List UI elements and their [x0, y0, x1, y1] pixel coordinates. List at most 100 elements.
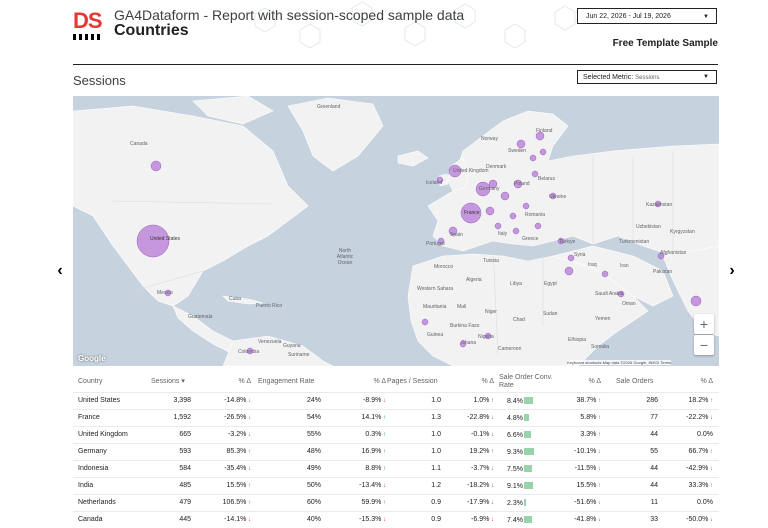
arrow-down-icon: ↓ — [708, 466, 713, 472]
cell-country: Netherlands — [78, 499, 116, 506]
date-range-picker[interactable]: Jun 22, 2026 - Jul 19, 2026 ▼ — [577, 8, 717, 24]
arrow-up-icon: ↑ — [489, 449, 494, 455]
table-row[interactable]: United States 3,398 -14.8% ↓ 24% -8.9% ↓ 1.0 1… — [73, 392, 719, 409]
table-row[interactable]: India 485 15.5% ↑ 50% -13.4% ↓ 1.2 -18.2% ↓ 9.1… — [73, 477, 719, 494]
cell-value: 485 — [179, 482, 191, 489]
cell-value: 479 — [179, 499, 191, 506]
arrow-down-icon: ↓ — [246, 517, 251, 523]
column-header-sale-orders[interactable]: Sale Orders — [616, 378, 653, 386]
cell-eng: 49% — [283, 465, 321, 472]
table-row[interactable]: Germany 593 85.3% ↑ 48% 16.9% ↑ 1.0 19.2% ↑ 9.3… — [73, 443, 719, 460]
map-label: Ukraine — [549, 194, 567, 200]
cell-value: 445 — [179, 516, 191, 523]
cell-conv: 4.8% — [507, 414, 557, 422]
column-header-country[interactable]: Country — [78, 378, 103, 386]
map-label: Mali — [457, 304, 467, 310]
metric-value: Sessions — [635, 75, 660, 81]
table-row[interactable]: France 1,592 -26.5% ↓ 54% 14.1% ↑ 1.3 -22.8% ↓… — [73, 409, 719, 426]
bubble-romania — [522, 202, 530, 210]
map-label: Türkiye — [559, 239, 576, 245]
arrow-down-icon: ↓ — [489, 466, 494, 472]
logo-checker — [73, 34, 103, 40]
map-label: Nigeria — [478, 334, 494, 340]
cell-value: United Kingdom — [78, 431, 128, 438]
column-header-sessions[interactable]: Sessions ▾ — [151, 378, 185, 386]
arrow-down-icon: ↓ — [381, 483, 386, 489]
cell-value: 15.5% — [226, 482, 247, 489]
bubble-senegal — [421, 318, 429, 326]
next-page-arrow[interactable]: › — [719, 258, 745, 284]
arrow-up-icon: ↑ — [596, 483, 601, 489]
arrow-up-icon: ↑ — [708, 398, 713, 404]
cell-value: 1.2 — [431, 482, 441, 489]
cell-orders-d: 66.7% ↑ — [675, 448, 713, 455]
cell-value: 8.8% — [365, 465, 382, 472]
map-label: Belarus — [538, 176, 555, 182]
map-label: Western Sahara — [417, 286, 454, 292]
arrow-up-icon: ↑ — [596, 398, 601, 404]
map-label: Tunisia — [483, 258, 499, 264]
zoom-in-button[interactable]: + — [694, 314, 714, 334]
cell-conv: 7.5% — [507, 465, 557, 473]
cell-conv-d: 5.8% ↑ — [563, 414, 601, 421]
map-label: Cuba — [229, 296, 241, 302]
cell-country: India — [78, 482, 93, 489]
map-label: Ghana — [461, 340, 477, 346]
cell-value: 9.3% — [507, 449, 523, 456]
map-label: Iraq — [588, 262, 597, 268]
column-header-conv-rate[interactable]: Sale Order Conv. Rate — [499, 374, 561, 390]
countries-table: Country Sessions ▾ % Δ Engagement Rate %… — [73, 372, 719, 528]
cell-sessions-d: 106.5% ↑ — [213, 499, 251, 506]
table-row[interactable]: Canada 445 -14.1% ↓ 40% -15.3% ↓ 0.9 -6.9% ↓ 7.… — [73, 511, 719, 528]
table-row[interactable]: United Kingdom 665 -3.2% ↓ 55% 0.3% ↑ 1.0 -0.1… — [73, 426, 719, 443]
cell-sessions-d: -26.5% ↓ — [213, 414, 251, 421]
bubble-india — [690, 295, 702, 307]
cell-pps-d: 19.2% ↑ — [456, 448, 494, 455]
column-header-conv-delta[interactable]: % Δ — [573, 378, 601, 386]
table-row[interactable]: Indonesia 584 -35.4% ↓ 49% 8.8% ↑ 1.1 -3.7% ↓ 7… — [73, 460, 719, 477]
map-label: Yemen — [595, 316, 611, 322]
zoom-out-button[interactable]: − — [694, 335, 714, 355]
column-header-engagement-delta[interactable]: % Δ — [358, 378, 386, 386]
arrow-down-icon: ↓ — [708, 517, 713, 523]
map-label: Norway — [481, 136, 498, 142]
arrow-down-icon: ↓ — [489, 500, 494, 506]
bubble-greece — [512, 227, 520, 235]
map-label: Guatemala — [188, 314, 213, 320]
map-label: Morocco — [434, 264, 454, 270]
bubble-map[interactable]: Greenland Canada United States Mexico Cu… — [73, 96, 719, 366]
map-attribution[interactable]: Keyboard shortcuts Map data ©2026 Google… — [567, 360, 672, 365]
map-label: Italy — [498, 231, 508, 237]
column-header-orders-delta[interactable]: % Δ — [685, 378, 713, 386]
cell-eng: 54% — [283, 414, 321, 421]
cell-value: -17.9% — [467, 499, 490, 506]
column-header-sessions-delta[interactable]: % Δ — [223, 378, 251, 386]
logo-text: DS — [73, 8, 103, 33]
column-header-engagement-rate[interactable]: Engagement Rate — [258, 378, 314, 386]
cell-sessions: 485 — [153, 482, 191, 489]
cell-sessions: 3,398 — [153, 397, 191, 404]
conv-rate-bar — [523, 499, 526, 506]
cell-pps-d: -0.1% ↓ — [456, 431, 494, 438]
prev-page-arrow[interactable]: ‹ — [47, 258, 73, 284]
map-label: Sudan — [543, 311, 558, 317]
cell-conv: 8.4% — [507, 397, 557, 405]
conv-rate-bar — [523, 397, 533, 404]
metric-selector[interactable]: Selected Metric: Sessions ▼ — [577, 70, 717, 84]
conv-rate-bar — [523, 482, 533, 489]
table-row[interactable]: Netherlands 479 106.5% ↑ 60% 59.9% ↑ 0.9 -17.9… — [73, 494, 719, 511]
cell-eng: 24% — [283, 397, 321, 404]
cell-orders: 44 — [628, 465, 658, 472]
map-canvas[interactable] — [73, 96, 719, 366]
map-label: France — [464, 210, 480, 216]
cell-eng: 60% — [283, 499, 321, 506]
cell-value: France — [78, 414, 100, 421]
cell-value: 38.7% — [576, 397, 597, 404]
cell-value: 59.9% — [361, 499, 382, 506]
column-header-pages-delta[interactable]: % Δ — [466, 378, 494, 386]
column-header-pages-per-session[interactable]: Pages / Session — [387, 378, 438, 386]
cell-value: 77 — [650, 414, 658, 421]
map-label: Chad — [513, 317, 525, 323]
map-label: Poland — [514, 181, 530, 187]
map-label: Pakistan — [653, 269, 673, 275]
